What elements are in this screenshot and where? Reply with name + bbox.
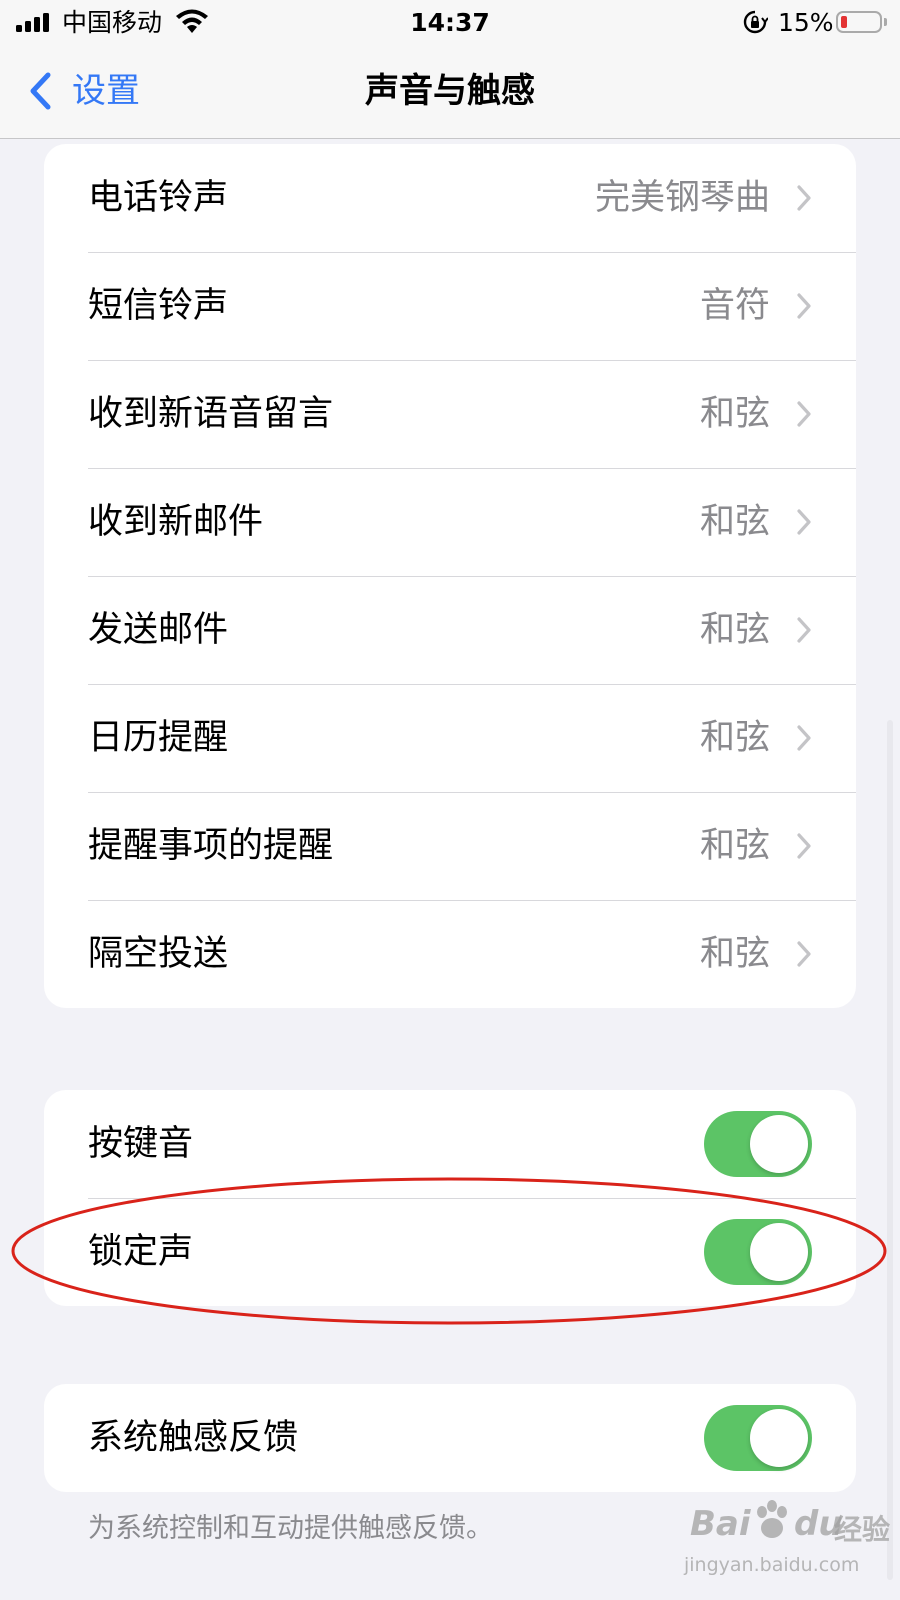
row-ringtone[interactable]: 电话铃声 完美钢琴曲 [44, 144, 856, 252]
row-sent-mail[interactable]: 发送邮件 和弦 [44, 576, 856, 684]
toggle-knob [750, 1223, 808, 1281]
row-value: 和弦 [699, 610, 770, 650]
chevron-right-icon [797, 725, 811, 751]
row-value: 完美钢琴曲 [594, 178, 770, 218]
row-label: 提醒事项的提醒 [88, 826, 334, 866]
row-label: 日历提醒 [88, 718, 229, 758]
haptics-group: 系统触感反馈 [44, 1384, 856, 1492]
row-value: 和弦 [699, 934, 770, 974]
toggle-knob [750, 1115, 808, 1173]
system-haptics-toggle[interactable] [704, 1405, 812, 1471]
row-new-voicemail[interactable]: 收到新语音留言 和弦 [44, 360, 856, 468]
row-label: 隔空投送 [88, 934, 229, 974]
row-label: 电话铃声 [88, 178, 229, 218]
row-new-mail[interactable]: 收到新邮件 和弦 [44, 468, 856, 576]
row-value: 和弦 [699, 826, 770, 866]
row-calendar-alerts[interactable]: 日历提醒 和弦 [44, 684, 856, 792]
row-value: 和弦 [699, 502, 770, 542]
battery-cap [884, 18, 887, 26]
chevron-right-icon [797, 185, 811, 211]
chevron-right-icon [797, 509, 811, 535]
row-label: 短信铃声 [88, 286, 229, 326]
row-keyboard-clicks: 按键音 [44, 1090, 856, 1198]
chevron-right-icon [797, 833, 811, 859]
battery-icon [836, 11, 882, 33]
row-reminder-alerts[interactable]: 提醒事项的提醒 和弦 [44, 792, 856, 900]
system-sounds-group: 按键音 锁定声 [44, 1090, 856, 1306]
chevron-right-icon [797, 293, 811, 319]
sounds-group: 电话铃声 完美钢琴曲 短信铃声 音符 收到新语音留言 和弦 收到新邮件 和弦 发… [44, 144, 856, 1008]
row-label: 系统触感反馈 [88, 1418, 299, 1458]
navigation-bar: 设置 声音与触感 [0, 46, 900, 139]
row-value: 和弦 [699, 394, 770, 434]
battery-level-fill [841, 16, 847, 28]
scrollbar[interactable] [887, 720, 893, 1580]
status-bar: 中国移动 14:37 15% [0, 0, 900, 46]
toggle-knob [750, 1409, 808, 1467]
row-value: 和弦 [699, 718, 770, 758]
orientation-lock-icon [743, 10, 768, 34]
lock-sound-toggle[interactable] [704, 1219, 812, 1285]
row-value: 音符 [699, 286, 770, 326]
row-lock-sound: 锁定声 [44, 1198, 856, 1306]
baidu-jingyan-watermark: Bai du 经验 jingyan.baidu.com [684, 1494, 890, 1584]
keyboard-clicks-toggle[interactable] [704, 1111, 812, 1177]
row-label: 锁定声 [88, 1232, 194, 1272]
row-airdrop[interactable]: 隔空投送 和弦 [44, 900, 856, 1008]
row-label: 按键音 [88, 1124, 194, 1164]
battery-percent: 15% [778, 8, 834, 37]
chevron-right-icon [797, 941, 811, 967]
page-title: 声音与触感 [365, 71, 535, 111]
haptics-footnote: 为系统控制和互动提供触感反馈。 [88, 1513, 493, 1544]
row-text-tone[interactable]: 短信铃声 音符 [44, 252, 856, 360]
chevron-right-icon [797, 617, 811, 643]
paw-icon [757, 1500, 787, 1538]
chevron-right-icon [797, 401, 811, 427]
row-label: 发送邮件 [88, 610, 229, 650]
row-label: 收到新邮件 [88, 502, 264, 542]
row-system-haptics: 系统触感反馈 [44, 1384, 856, 1492]
row-label: 收到新语音留言 [88, 394, 334, 434]
